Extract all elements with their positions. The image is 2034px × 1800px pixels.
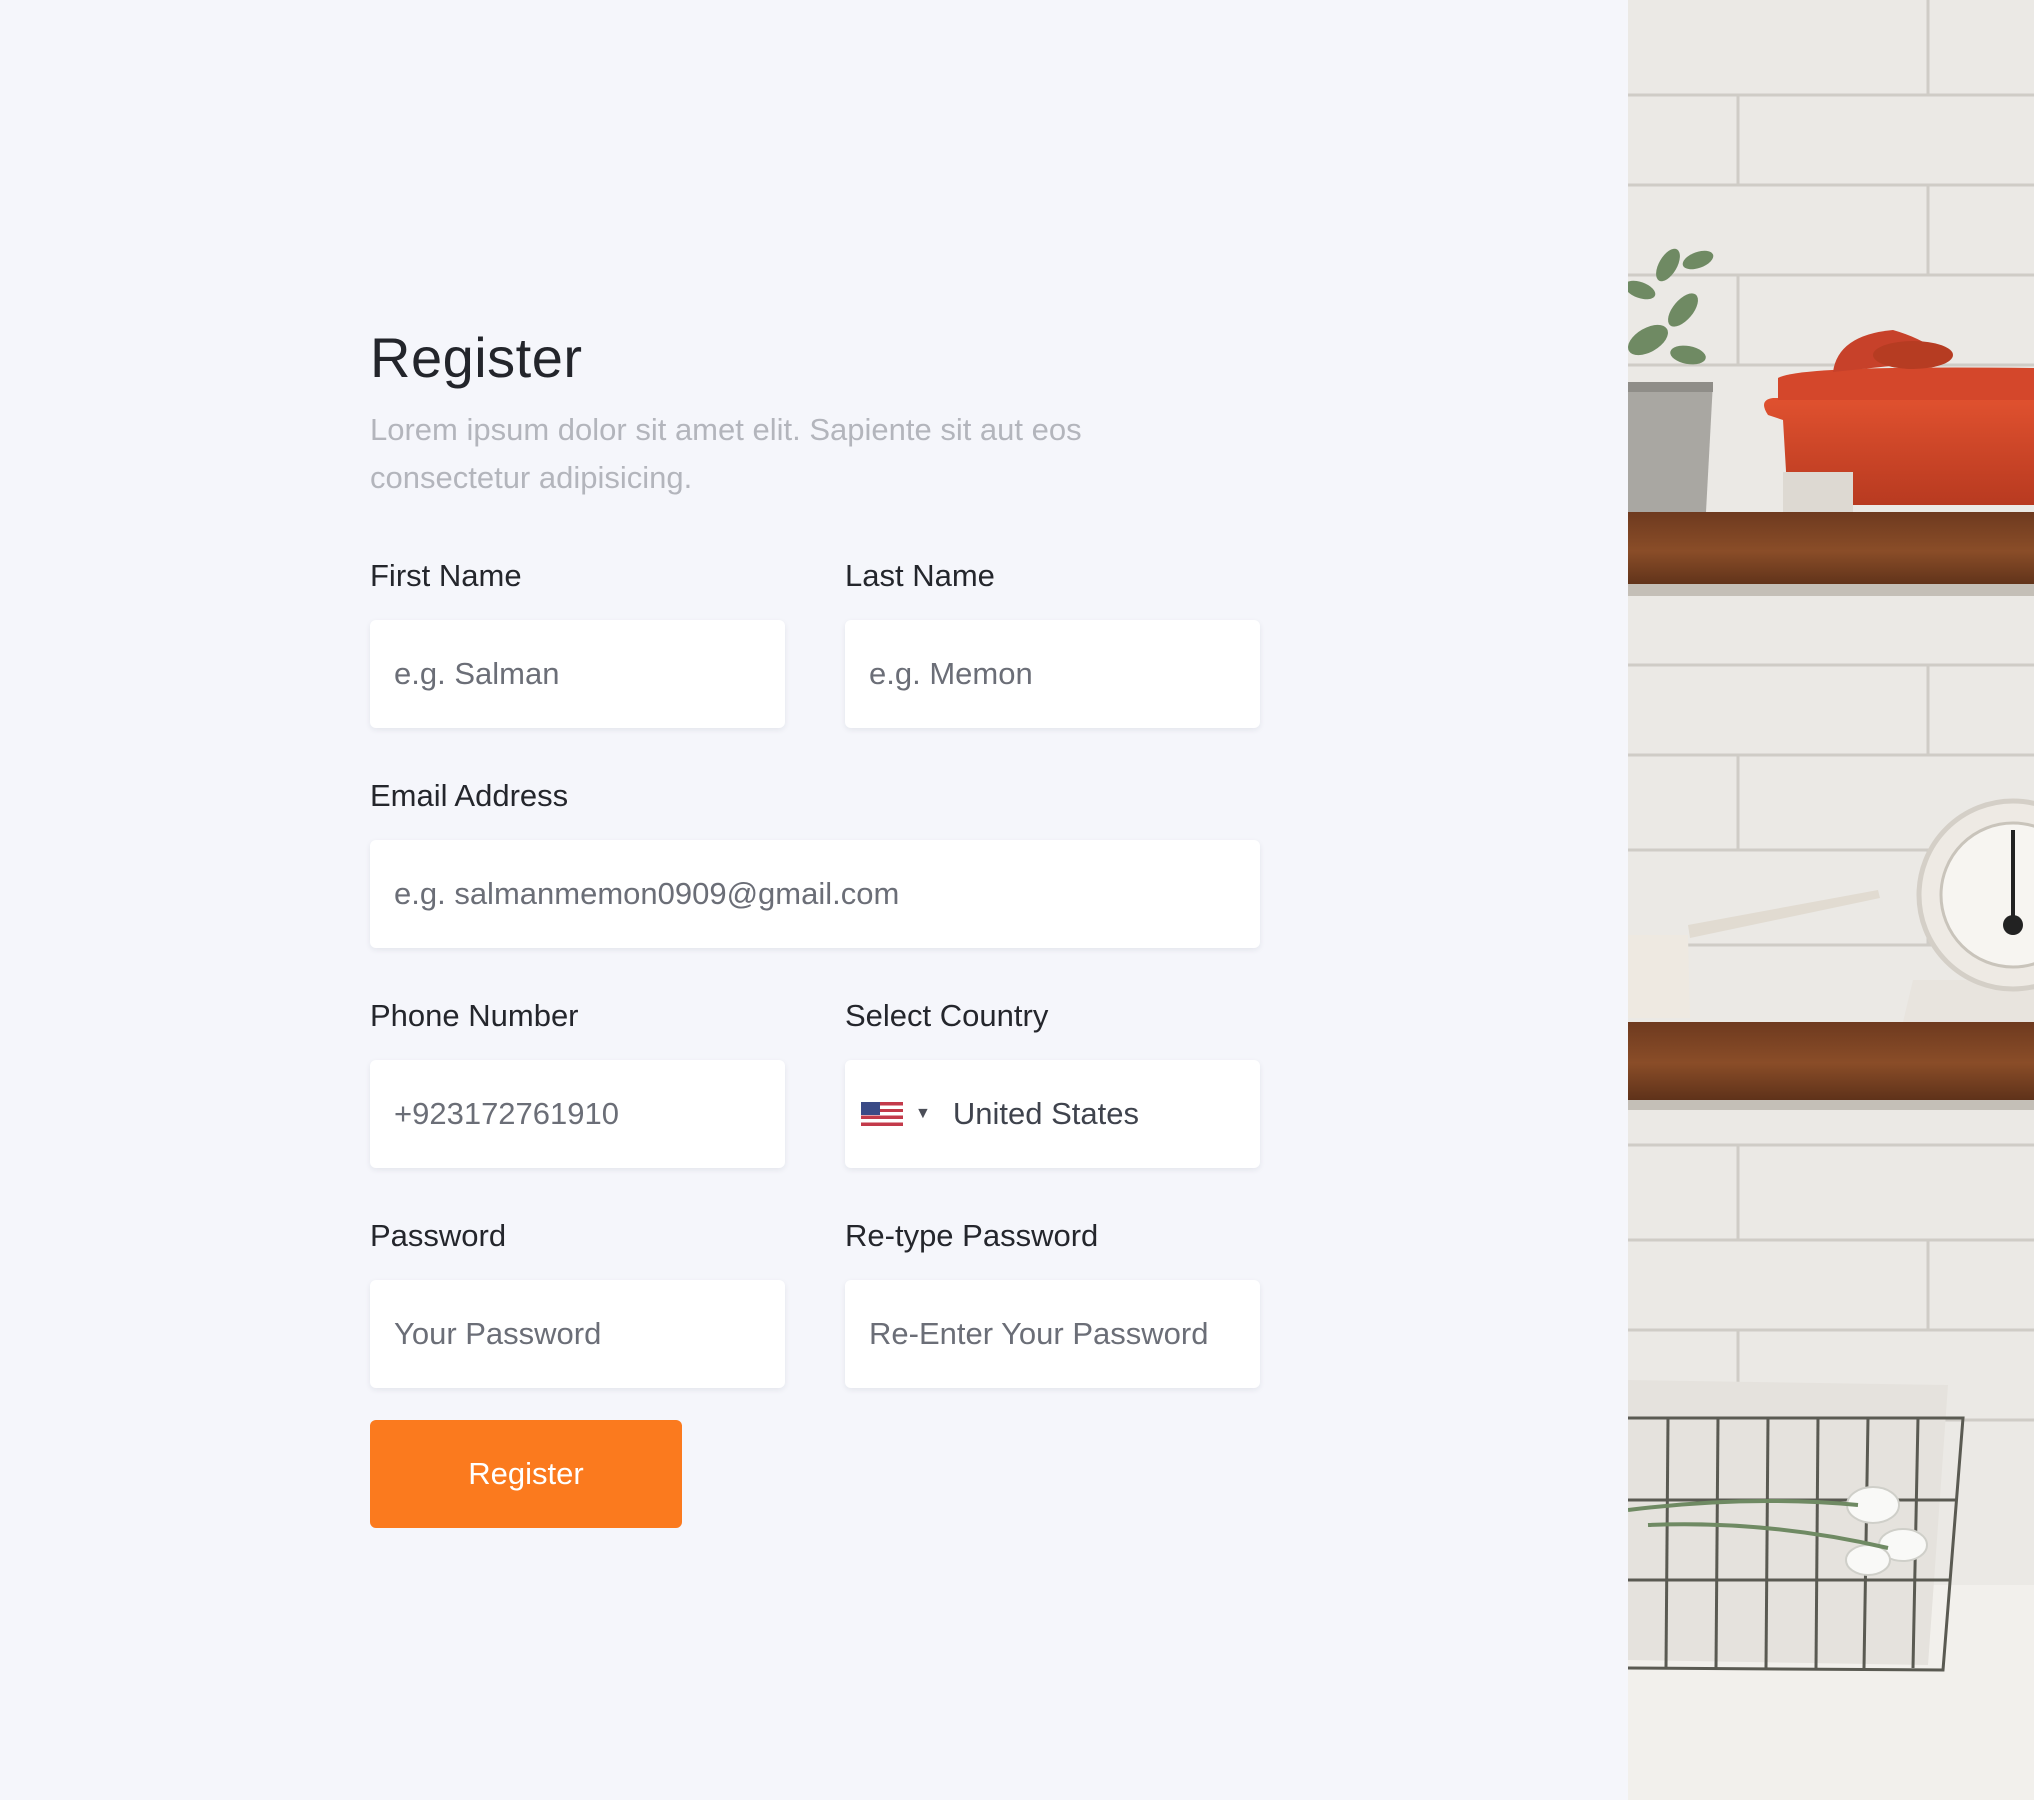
retype-password-field: Re-type Password bbox=[845, 1216, 1260, 1388]
email-field: Email Address bbox=[370, 776, 1260, 948]
phone-country-row: Phone Number Select Country ▼ United Sta… bbox=[370, 996, 1260, 1168]
phone-field: Phone Number bbox=[370, 996, 785, 1168]
last-name-label: Last Name bbox=[845, 558, 995, 593]
kitchen-shelf-illustration bbox=[1628, 0, 2034, 1800]
last-name-input[interactable] bbox=[845, 620, 1260, 728]
retype-password-label: Re-type Password bbox=[845, 1218, 1099, 1253]
first-name-input[interactable] bbox=[370, 620, 785, 728]
country-select[interactable]: ▼ United States bbox=[845, 1060, 1260, 1168]
flag-canton bbox=[861, 1102, 880, 1115]
phone-label: Phone Number bbox=[370, 998, 579, 1033]
shelf-middle bbox=[1628, 1022, 2034, 1110]
first-name-field: First Name bbox=[370, 556, 785, 728]
phone-input[interactable] bbox=[370, 1060, 785, 1168]
country-value: United States bbox=[952, 1096, 1139, 1131]
password-input[interactable] bbox=[370, 1280, 785, 1388]
kitchen-photo bbox=[1628, 0, 2034, 1800]
country-field: Select Country ▼ United States bbox=[845, 996, 1260, 1168]
password-label: Password bbox=[370, 1218, 507, 1253]
password-field: Password bbox=[370, 1216, 785, 1388]
us-flag-icon bbox=[861, 1102, 903, 1126]
dish-reflection bbox=[1783, 472, 1853, 512]
register-form: Register Lorem ipsum dolor sit amet elit… bbox=[370, 318, 1260, 1528]
page-subtitle: Lorem ipsum dolor sit amet elit. Sapient… bbox=[370, 412, 1082, 495]
page-title: Register bbox=[370, 326, 583, 389]
country-label: Select Country bbox=[845, 998, 1049, 1033]
password-row: Password Re-type Password bbox=[370, 1216, 1260, 1388]
email-input[interactable] bbox=[370, 840, 1260, 948]
name-row: First Name Last Name bbox=[370, 556, 1260, 728]
first-name-label: First Name bbox=[370, 558, 522, 593]
register-button[interactable]: Register bbox=[370, 1420, 682, 1528]
register-page: Register Lorem ipsum dolor sit amet elit… bbox=[0, 0, 2034, 1800]
email-label: Email Address bbox=[370, 778, 569, 813]
caret-down-icon[interactable]: ▼ bbox=[915, 1106, 931, 1122]
email-row: Email Address bbox=[370, 776, 1260, 948]
shelf-top bbox=[1628, 512, 2034, 596]
retype-password-input[interactable] bbox=[845, 1280, 1260, 1388]
last-name-field: Last Name bbox=[845, 556, 1260, 728]
